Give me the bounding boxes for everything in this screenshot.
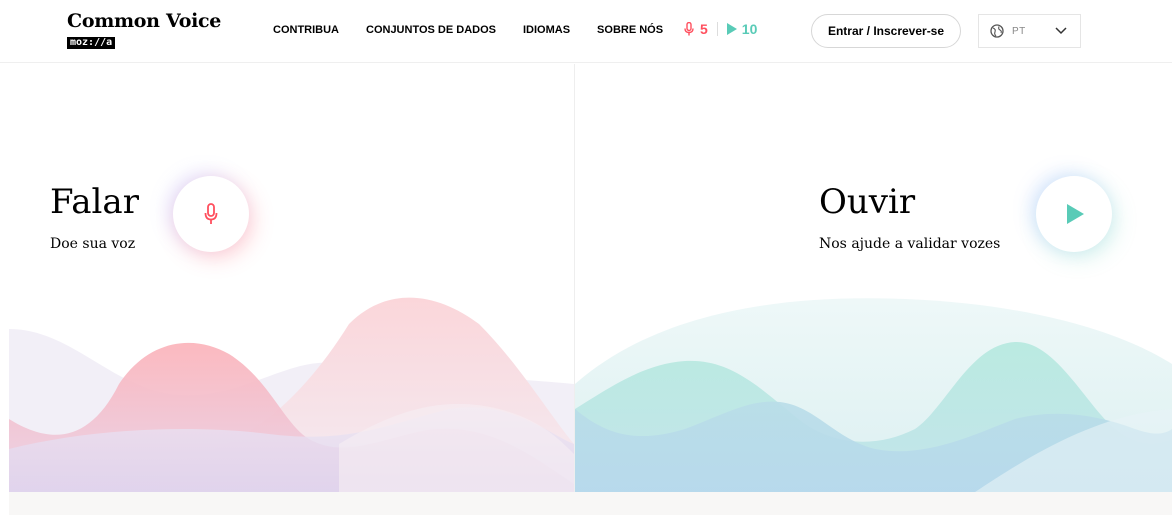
nav-item-conjuntos-de-dados[interactable]: CONJUNTOS DE DADOS bbox=[366, 24, 496, 36]
language-code: PT bbox=[1012, 25, 1026, 37]
common-voice-logo[interactable]: Common Voice moz://a bbox=[67, 10, 221, 50]
listen-count: 10 bbox=[726, 21, 758, 37]
listen-wave-illustration bbox=[575, 298, 1172, 492]
logo-title: Common Voice bbox=[67, 10, 222, 32]
globe-icon bbox=[990, 24, 1004, 38]
footer-band bbox=[9, 492, 1172, 515]
language-selector[interactable]: PT bbox=[978, 14, 1081, 48]
chevron-down-icon bbox=[1055, 27, 1067, 35]
microphone-icon bbox=[204, 203, 218, 224]
listen-title: Ouvir bbox=[819, 182, 916, 222]
microphone-icon bbox=[684, 22, 694, 36]
listen-subtitle: Nos ajude a validar vozes bbox=[819, 236, 1001, 252]
login-button[interactable]: Entrar / Inscrever-se bbox=[811, 14, 961, 48]
play-icon bbox=[726, 23, 737, 35]
speak-title: Falar bbox=[50, 182, 139, 222]
listen-panel: Ouvir Nos ajude a validar vozes bbox=[575, 64, 1172, 492]
speak-subtitle: Doe sua voz bbox=[50, 236, 136, 252]
play-icon bbox=[1067, 204, 1084, 224]
site-header: Common Voice moz://a CONTRIBUA CONJUNTOS… bbox=[0, 0, 1172, 63]
listen-count-value: 10 bbox=[741, 21, 758, 37]
listen-button[interactable] bbox=[1037, 177, 1111, 251]
speak-count-value: 5 bbox=[700, 21, 708, 37]
mozilla-wordmark: moz://a bbox=[67, 37, 116, 49]
nav-item-contribua[interactable]: CONTRIBUA bbox=[273, 24, 339, 36]
speak-button[interactable] bbox=[174, 177, 248, 251]
speak-count: 5 bbox=[684, 21, 708, 37]
speak-wave-illustration bbox=[9, 297, 574, 492]
nav-item-sobre-nos[interactable]: SOBRE NÓS bbox=[597, 24, 663, 36]
speak-panel: Falar Doe sua voz bbox=[9, 64, 574, 492]
count-divider bbox=[716, 22, 718, 36]
progress-counts[interactable]: 5 10 bbox=[684, 21, 757, 37]
main-nav: CONTRIBUA CONJUNTOS DE DADOS IDIOMAS SOB… bbox=[273, 24, 690, 36]
nav-item-idiomas[interactable]: IDIOMAS bbox=[523, 24, 570, 36]
